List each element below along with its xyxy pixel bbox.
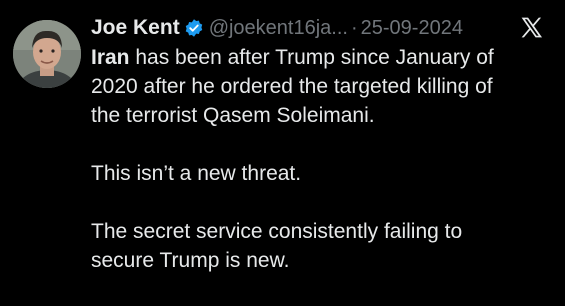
paragraph-1-line-1: has been after Trump since January of: [129, 46, 494, 69]
paragraph-3-line-2: secure Trump is new.: [91, 249, 290, 272]
author-handle[interactable]: @joekent16ja...: [209, 17, 348, 40]
author-name[interactable]: Joe Kent: [91, 16, 180, 40]
paragraph-1-line-2: 2020 after he ordered the targeted killi…: [91, 75, 493, 98]
tweet-card: Joe Kent @joekent16ja... · 25-09-2024 Ir…: [0, 0, 565, 306]
tweet-header: Joe Kent @joekent16ja... · 25-09-2024: [91, 13, 463, 43]
avatar[interactable]: [13, 20, 81, 88]
x-logo-icon[interactable]: [519, 15, 544, 40]
tweet-date[interactable]: 25-09-2024: [361, 17, 463, 40]
tweet-body: Iran has been after Trump since January …: [91, 43, 541, 275]
paragraph-1-line-3: the terrorist Qasem Soleimani.: [91, 104, 375, 127]
tweet-paragraph-3: The secret service consistently failing …: [91, 217, 541, 275]
tweet-paragraph-1: Iran has been after Trump since January …: [91, 43, 541, 130]
paragraph-2-line-1: This isn’t a new threat.: [91, 162, 302, 185]
avatar-photo: [13, 20, 81, 88]
paragraph-3-line-1: The secret service consistently failing …: [91, 220, 463, 243]
bold-word: Iran: [91, 46, 130, 69]
verified-badge-icon: [184, 18, 204, 38]
tweet-paragraph-2: This isn’t a new threat.: [91, 159, 541, 188]
separator-dot: ·: [350, 16, 358, 39]
